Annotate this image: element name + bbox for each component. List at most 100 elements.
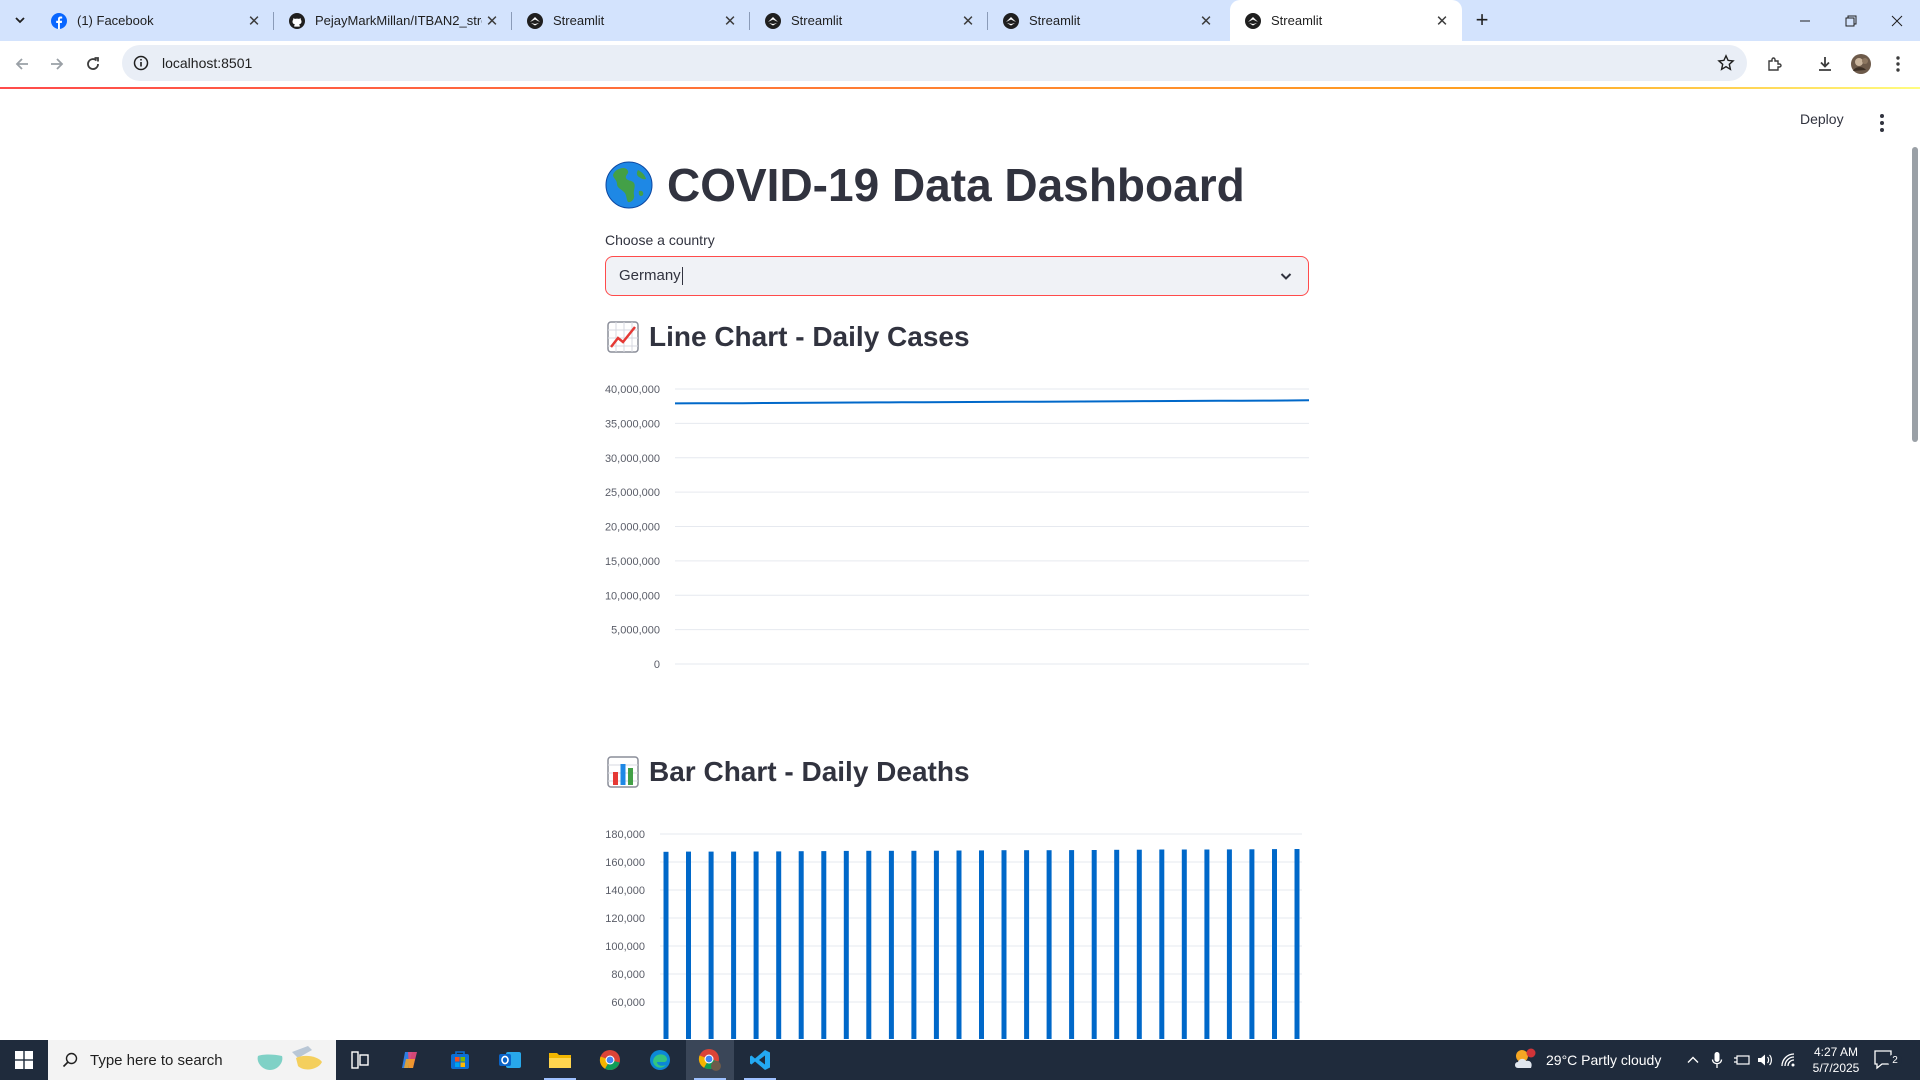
browser-tab-streamlit-2[interactable]: Streamlit ✕ (750, 0, 988, 41)
edge-button[interactable] (636, 1040, 684, 1080)
downloads-button[interactable] (1811, 50, 1839, 78)
taskbar-search-box[interactable]: Type here to search (48, 1040, 336, 1080)
chrome-active-button[interactable] (686, 1040, 734, 1080)
minimize-icon (1800, 20, 1810, 21)
bar-2023-02-11 (708, 851, 714, 1039)
bar-chart[interactable]: 60,000 80,000 100,000 120,000 140,000 160,000… (605, 804, 1309, 1039)
windows-logo-icon (15, 1051, 33, 1069)
power-status-button[interactable] (1733, 1040, 1751, 1080)
close-tab-icon[interactable]: ✕ (1432, 11, 1452, 31)
bar-2023-03-06 (1226, 849, 1232, 1039)
browser-tab-streamlit-active[interactable]: Streamlit ✕ (1230, 0, 1462, 41)
y-tick-label: 25,000,000 (605, 487, 660, 499)
bar-2023-03-03 (1159, 849, 1165, 1039)
bookmark-star-icon[interactable] (1717, 54, 1735, 77)
start-button[interactable] (0, 1040, 48, 1080)
tab-title: Streamlit (791, 13, 843, 28)
bar-2023-02-21 (933, 850, 939, 1039)
bar-2023-02-10 (686, 851, 691, 1039)
minimize-button[interactable] (1782, 0, 1828, 41)
y-tick-label: 20,000,000 (605, 522, 660, 534)
file-explorer-button[interactable] (536, 1040, 584, 1080)
close-tab-icon[interactable]: ✕ (482, 11, 502, 31)
outlook-icon (499, 1052, 521, 1068)
close-tab-icon[interactable]: ✕ (244, 11, 264, 31)
site-info-icon[interactable] (132, 54, 150, 72)
series-line-daily-cases (674, 399, 1309, 405)
search-icon (62, 1052, 78, 1068)
bar-2023-02-20 (911, 850, 917, 1039)
streamlit-icon (1245, 12, 1261, 29)
country-select-label: Choose a country (605, 232, 715, 248)
microphone-button[interactable] (1711, 1040, 1723, 1080)
address-bar[interactable]: localhost:8501 (122, 45, 1747, 81)
vscode-button[interactable] (736, 1040, 784, 1080)
bar-2023-02-14 (776, 851, 782, 1039)
microphone-icon (1711, 1052, 1723, 1068)
browser-toolbar: localhost:8501 (0, 41, 1920, 87)
tab-title: Streamlit (1271, 13, 1323, 28)
deploy-button[interactable]: Deploy (1800, 111, 1844, 135)
url-text[interactable]: localhost:8501 (162, 55, 252, 71)
browser-tab-streamlit-3[interactable]: Streamlit ✕ (988, 0, 1226, 41)
text-cursor (681, 267, 683, 286)
forward-button[interactable] (43, 50, 71, 78)
network-button[interactable] (1780, 1040, 1798, 1080)
battery-plug-icon (1734, 1055, 1750, 1065)
new-tab-button[interactable]: + (1470, 7, 1494, 32)
copilot-button[interactable] (386, 1040, 434, 1080)
restore-button[interactable] (1828, 0, 1874, 41)
notification-center-button[interactable]: 2 (1872, 1040, 1902, 1080)
country-select-value[interactable]: Germany (619, 266, 683, 286)
tab-search-button[interactable] (8, 8, 32, 32)
bar-2023-03-05 (1204, 849, 1210, 1039)
page-title: COVID-19 Data Dashboard (605, 157, 1245, 213)
tab-title: Streamlit (1029, 13, 1081, 28)
y-tick-label: 120,000 (605, 913, 645, 925)
page-scrollbar[interactable] (1912, 147, 1918, 442)
close-tab-icon[interactable]: ✕ (720, 11, 740, 31)
chrome-button[interactable] (586, 1040, 634, 1080)
bar-2023-02-23 (979, 850, 984, 1039)
y-tick-label: 160,000 (605, 857, 645, 869)
chart-increasing-icon (607, 321, 639, 353)
tab-title: PejayMarkMillan/ITBAN2_strea (315, 13, 482, 28)
bar-chart-heading: Bar Chart - Daily Deaths (607, 753, 970, 791)
main-menu-button[interactable] (1872, 109, 1892, 137)
reload-button[interactable] (79, 50, 107, 78)
task-view-button[interactable] (336, 1040, 384, 1080)
show-hidden-icons-button[interactable] (1686, 1040, 1700, 1080)
reload-icon (87, 57, 99, 70)
y-tick-label: 60,000 (611, 997, 645, 1009)
bar-2023-02-24 (1001, 850, 1007, 1039)
back-button[interactable] (8, 50, 36, 78)
bar-chart-heading-text: Bar Chart - Daily Deaths (649, 756, 970, 787)
country-select-value-text: Germany (619, 266, 681, 284)
browser-tab-streamlit-1[interactable]: Streamlit ✕ (512, 0, 750, 41)
browser-tab-strip: (1) Facebook ✕ PejayMarkMillan/ITBAN2_st… (0, 0, 1920, 41)
browser-tab-github[interactable]: PejayMarkMillan/ITBAN2_strea ✕ (274, 0, 512, 41)
bar-2023-03-02 (1136, 849, 1142, 1039)
profile-button[interactable] (1847, 50, 1875, 78)
clock-time: 4:27 AM (1813, 1045, 1859, 1059)
outlook-button[interactable] (486, 1040, 534, 1080)
chrome-profile-icon (698, 1049, 721, 1071)
country-select[interactable]: Germany (605, 256, 1309, 296)
y-tick-label: 5,000,000 (611, 625, 660, 637)
close-tab-icon[interactable]: ✕ (958, 11, 978, 31)
close-tab-icon[interactable]: ✕ (1196, 11, 1216, 31)
store-icon (451, 1051, 469, 1069)
extensions-button[interactable] (1761, 50, 1789, 78)
taskbar-clock[interactable]: 4:27 AM 5/7/2025 (1807, 1044, 1865, 1076)
bar-2023-03-04 (1181, 849, 1187, 1039)
weather-widget[interactable]: 29°C Partly cloudy (1512, 1040, 1661, 1080)
chevron-down-icon (15, 17, 25, 24)
browser-tab-facebook[interactable]: (1) Facebook ✕ (36, 0, 274, 41)
microsoft-store-button[interactable] (436, 1040, 484, 1080)
line-chart[interactable]: 0 5,000,000 10,000,000 15,000,000 20,000,000… (605, 369, 1309, 669)
browser-menu-button[interactable] (1884, 50, 1912, 78)
bar-2023-02-25 (1024, 850, 1030, 1039)
y-tick-label: 100,000 (605, 941, 645, 953)
close-window-button[interactable] (1874, 0, 1920, 41)
volume-button[interactable] (1756, 1040, 1774, 1080)
